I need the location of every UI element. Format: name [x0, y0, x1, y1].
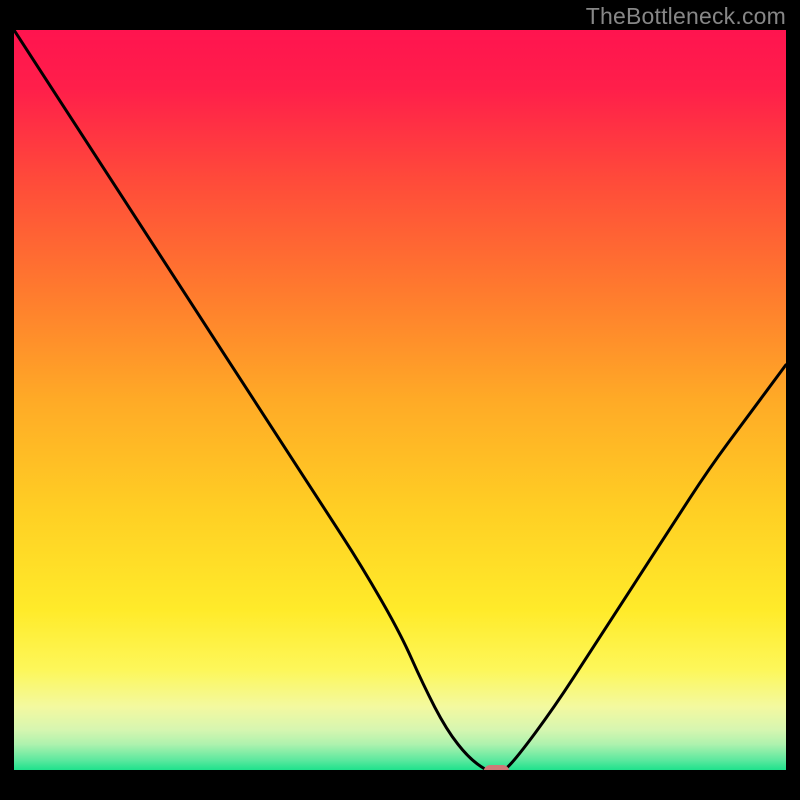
bottleneck-chart [14, 30, 786, 774]
chart-frame [14, 30, 786, 786]
gradient-background [14, 30, 786, 774]
watermark-text: TheBottleneck.com [586, 3, 786, 30]
baseline [14, 770, 786, 774]
